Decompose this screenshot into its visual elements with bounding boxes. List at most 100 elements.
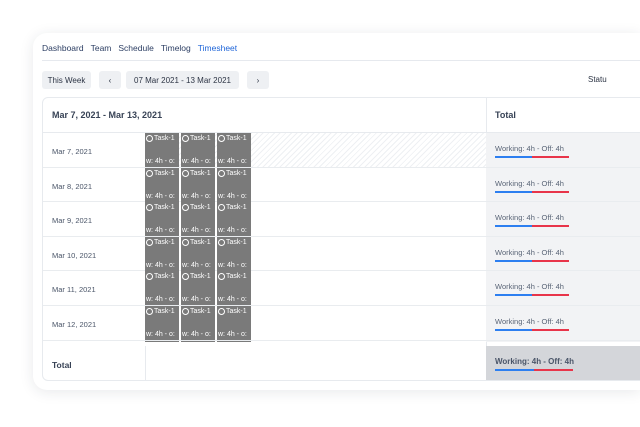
task-name-text: Task-1 — [190, 307, 211, 315]
task-name-text: Task-1 — [190, 238, 211, 246]
task-block[interactable]: Task-1w: 4h - o: — [217, 167, 251, 202]
task-name-text: Task-1 — [226, 273, 247, 281]
task-block[interactable]: Task-1w: 4h - o: — [217, 133, 251, 167]
task-block[interactable]: Task-1w: 4h - o: — [217, 305, 251, 340]
task-name: Task-1 — [182, 204, 211, 212]
circle-icon — [218, 135, 225, 142]
circle-icon — [218, 307, 225, 315]
task-work-hours: w: 4h - o: — [218, 158, 247, 165]
task-list: Task-1w: 4h - o:Task-1w: 4h - o:Task-1w:… — [145, 236, 251, 271]
timesheet-table: Mar 7, 2021 - Mar 13, 2021 Total Mar 7, … — [42, 97, 640, 381]
task-block[interactable]: Task-1w: 4h - o: — [145, 167, 179, 202]
row-total-cell — [486, 340, 640, 342]
prev-week-button[interactable]: ‹ — [99, 71, 121, 89]
task-block[interactable]: Task-1 w: 4h - o: — [217, 236, 251, 271]
task-block[interactable]: Task-1 w: 4h - o: — [145, 202, 179, 237]
next-week-button[interactable]: › — [247, 71, 269, 89]
row-total-cell: Working: 4h - Off: 4h — [486, 305, 640, 340]
task-name: Task-1 — [218, 307, 247, 315]
task-block[interactable]: Task-1 w: 4h - o: — [217, 271, 251, 306]
table-row: Mar 11, 2021 Task-1 w: 4h - o: Task-1 w: 4h … — [43, 271, 640, 306]
table-row: Task-1w: 4h - o:Task-1w: 4h - o:Task-1w:… — [43, 340, 640, 342]
task-block[interactable]: Task-1 w: 4h - o: — [145, 271, 179, 306]
work-off-bar — [495, 225, 569, 228]
row-total-text: Working: 4h - Off: 4h — [495, 178, 564, 188]
circle-icon — [146, 238, 153, 246]
task-name: Task-1 — [182, 238, 211, 246]
table-body: Mar 7, 2021 Task-1 w: 4h - o: Task-1 w: 4h -… — [43, 133, 640, 342]
task-name: Task-1 — [182, 169, 211, 177]
task-block[interactable]: Task-1w: 4h - o: — [181, 340, 215, 342]
task-work-hours: w: 4h - o: — [182, 296, 211, 304]
chevron-right-icon: › — [256, 75, 260, 85]
task-work-hours: w: 4h - o: — [146, 296, 175, 304]
row-total-text: Working: 4h - Off: 4h — [495, 316, 564, 326]
task-name: Task-1 — [218, 238, 247, 246]
work-off-bar — [495, 294, 569, 297]
task-work-hours: w: 4h - o: — [182, 261, 211, 269]
nav-item-timesheet[interactable]: Timesheet — [197, 39, 238, 61]
task-name-text: Task-1 — [154, 307, 175, 315]
circle-icon — [182, 204, 189, 212]
task-name: Task-1 — [146, 204, 175, 212]
task-block[interactable]: Task-1w: 4h - o: — [217, 340, 251, 342]
task-block[interactable]: Task-1 w: 4h - o: — [181, 236, 215, 271]
nav-item-dashboard[interactable]: Dashboard — [42, 39, 84, 61]
nav-item-team[interactable]: Team — [91, 39, 112, 61]
task-block[interactable]: Task-1 w: 4h - o: — [181, 133, 215, 167]
task-name: Task-1 — [146, 169, 175, 177]
working-fill — [495, 328, 532, 331]
task-block[interactable]: Task-1 w: 4h - o: — [181, 271, 215, 306]
task-block[interactable]: Task-1w: 4h - o: — [181, 167, 215, 202]
row-date: Mar 11, 2021 — [52, 285, 96, 295]
table-header: Mar 7, 2021 - Mar 13, 2021 Total — [43, 98, 640, 133]
row-date: Mar 12, 2021 — [52, 319, 97, 329]
task-block[interactable]: Task-1w: 4h - o: — [145, 133, 179, 167]
working-fill — [495, 259, 532, 262]
task-block[interactable]: Task-1w: 4h - o: — [145, 236, 179, 271]
task-name-text: Task-1 — [190, 273, 211, 281]
task-work-hours: w: 4h - o: — [146, 330, 175, 338]
task-list: Task-1w: 4h - o:Task-1w: 4h - o:Task-1w:… — [145, 340, 251, 342]
table-row: Mar 7, 2021 Task-1 w: 4h - o: Task-1 w: 4h -… — [43, 133, 640, 168]
nav-item-schedule[interactable]: Schedule — [118, 39, 153, 61]
task-name: Task-1 — [146, 273, 175, 281]
task-name: Task-1 — [182, 307, 211, 315]
row-date: Mar 8, 2021 — [52, 181, 93, 191]
working-fill — [495, 225, 532, 228]
circle-icon — [146, 273, 153, 281]
task-block[interactable]: Task-1w: 4h - o: — [217, 202, 251, 237]
task-name-text: Task-1 — [154, 238, 175, 246]
footer-work-off-bar — [495, 369, 573, 371]
circle-icon — [218, 238, 225, 246]
task-list: Task-1w: 4h - o:Task-1w: 4h - o:Task-1w:… — [145, 202, 251, 237]
footer-total-text: Working: 4h - Off: 4h — [495, 357, 574, 366]
task-name-text: Task-1 — [226, 169, 247, 177]
table-footer: Total Working: 4h - Off: 4h — [43, 346, 640, 380]
nav-item-timelog[interactable]: Timelog — [161, 39, 191, 61]
status-filter-label[interactable]: Statu — [588, 75, 607, 84]
row-date: Mar 9, 2021 — [52, 216, 93, 226]
date-range-button[interactable]: 07 Mar 2021 - 13 Mar 2021 — [126, 71, 239, 89]
table-row: Mar 8, 2021 Task-1 w: 4h - o: Task-1 w: 4h -… — [43, 167, 640, 203]
task-list: Task-1w: 4h - o:Task-1w: 4h - o:Task-1w:… — [145, 167, 251, 202]
task-block[interactable]: Task-1 w: 4h - o: — [181, 305, 215, 340]
task-block[interactable]: Task-1w: 4h - o: — [181, 202, 215, 237]
task-list: Task-1w: 4h - o:Task-1w: 4h - o:Task-1w:… — [145, 133, 251, 167]
task-name-text: Task-1 — [154, 273, 175, 281]
task-block[interactable]: Task-1 w: 4h - o: — [145, 305, 179, 340]
task-block[interactable]: Task-1w: 4h - o: — [145, 340, 179, 342]
circle-icon — [182, 238, 189, 246]
task-work-hours: w: 4h - o: — [182, 330, 211, 338]
task-work-hours: w: 4h - o: — [146, 227, 175, 235]
circle-icon — [182, 307, 189, 315]
task-work-hours: w: 4h - o: — [182, 158, 211, 165]
circle-icon — [218, 169, 225, 177]
this-week-button[interactable]: This Week — [42, 71, 91, 89]
task-work-hours: w: 4h - o: — [218, 261, 247, 269]
row-total-text: Working: 4h - Off: 4h — [495, 247, 564, 257]
task-name-text: Task-1 — [190, 135, 211, 142]
task-work-hours: w: 4h - o: — [218, 296, 247, 304]
task-name: Task-1 — [182, 135, 211, 142]
circle-icon — [182, 135, 189, 142]
